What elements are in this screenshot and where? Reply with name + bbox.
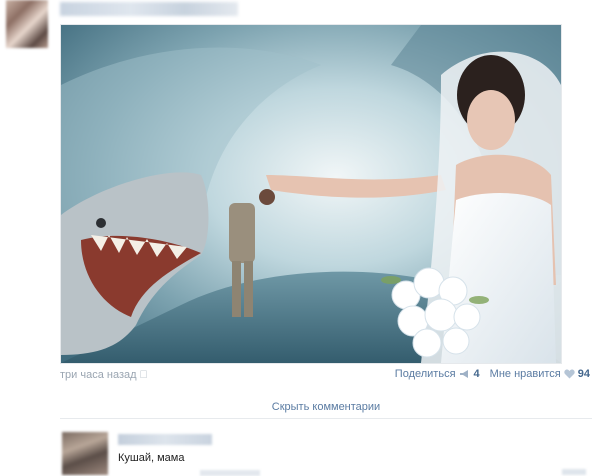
- like-label[interactable]: Мне нравится: [490, 368, 561, 380]
- megaphone-icon: [459, 370, 468, 378]
- like-button[interactable]: Мне нравится 94: [490, 368, 590, 380]
- author-name-blurred[interactable]: [60, 2, 238, 16]
- author-avatar[interactable]: [6, 0, 48, 48]
- comment-footer-blurred: [200, 470, 260, 476]
- comment-author-name-blurred[interactable]: [118, 434, 212, 445]
- apple-icon: : [140, 369, 148, 381]
- comment-text: Кушай, мама: [118, 452, 185, 464]
- comment-time-blurred: [562, 469, 586, 475]
- share-count: 4: [473, 368, 480, 380]
- share-button[interactable]: Поделиться 4: [395, 368, 480, 380]
- post-actions: Поделиться 4 Мне нравится 94: [395, 368, 590, 380]
- post-photo[interactable]: [60, 24, 562, 364]
- photo-illustration: [61, 25, 561, 363]
- post-time-text[interactable]: три часа назад: [60, 369, 137, 381]
- like-count: 94: [577, 368, 590, 380]
- share-label[interactable]: Поделиться: [395, 368, 456, 380]
- comment-author-avatar[interactable]: [62, 432, 108, 475]
- post-time[interactable]: три часа назад: [60, 369, 148, 381]
- heart-icon: [564, 369, 575, 379]
- hide-comments-link[interactable]: Скрыть комментарии: [60, 396, 592, 419]
